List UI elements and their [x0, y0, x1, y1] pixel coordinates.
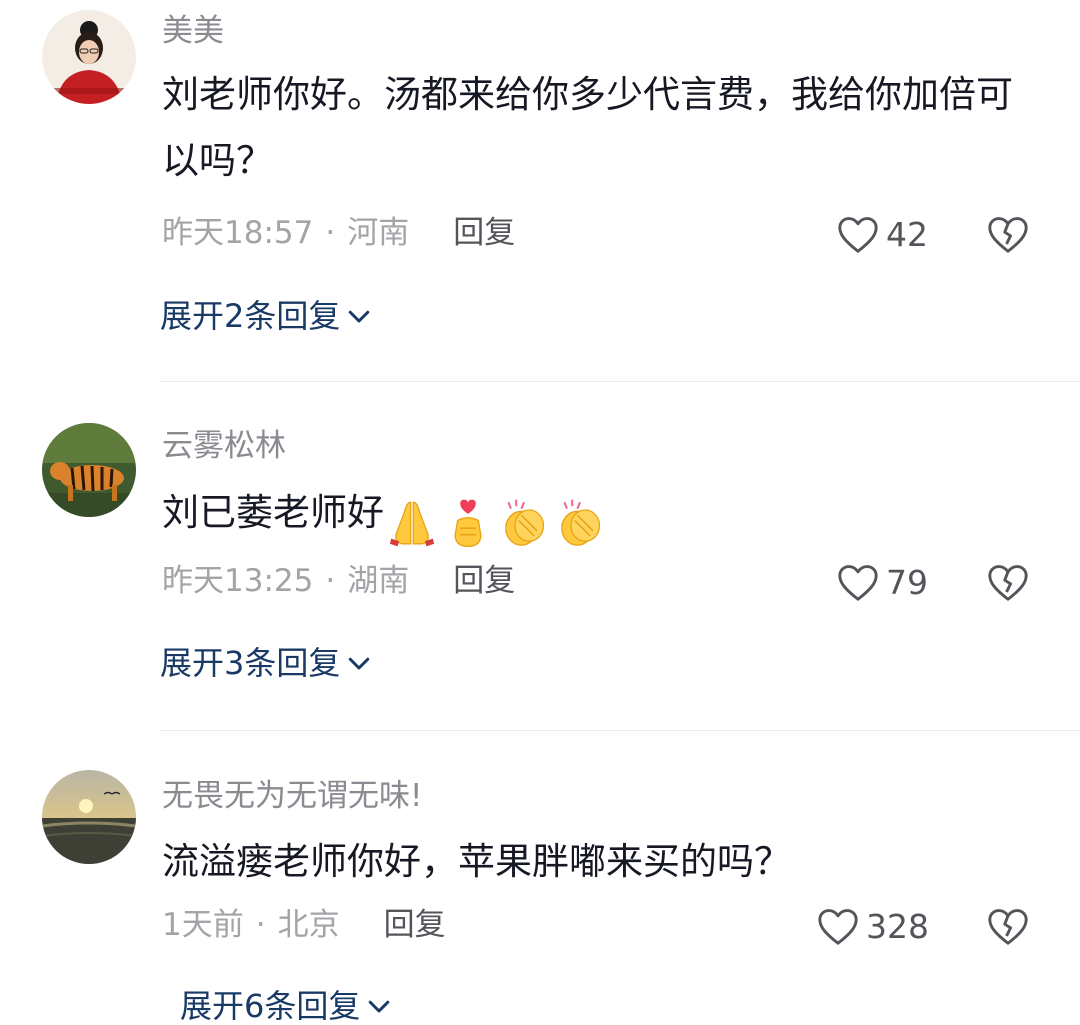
comment-meta: 1天前 · 北京 回复 — [162, 910, 446, 941]
separator-dot: · — [325, 563, 336, 599]
comment-meta: 昨天18:57 · 河南 回复 — [162, 218, 515, 249]
divider — [160, 381, 1080, 382]
avatar-image-sunset — [42, 770, 136, 864]
comment-time: 昨天18:57 — [162, 215, 314, 251]
comment-text: 刘已萎老师好 — [162, 480, 1042, 554]
comment-username[interactable]: 无畏无为无谓无味! — [162, 781, 422, 812]
expand-replies-link[interactable]: 展开6条回复 — [180, 990, 394, 1022]
finger-heart-emoji — [454, 499, 482, 547]
chevron-down-icon — [349, 657, 370, 670]
clapping-hands-emoji — [561, 499, 601, 546]
broken-heart-icon — [988, 909, 1028, 945]
heart-icon — [818, 909, 858, 945]
avatar[interactable] — [42, 423, 136, 517]
like-count: 42 — [886, 214, 928, 254]
expand-replies-label: 展开3条回复 — [160, 644, 341, 682]
comment-meta: 昨天13:25 · 湖南 回复 — [162, 566, 515, 597]
like-count: 79 — [886, 562, 928, 602]
expand-replies-label: 展开2条回复 — [160, 297, 341, 335]
heart-icon — [838, 565, 878, 601]
clapping-hands-emoji — [505, 499, 545, 546]
reply-button[interactable]: 回复 — [453, 563, 515, 599]
like-button[interactable]: 42 — [836, 214, 928, 254]
like-count: 328 — [866, 906, 929, 946]
like-button[interactable]: 79 — [836, 562, 928, 602]
comment-text: 流溢瘘老师你好，苹果胖嘟来买的吗？ — [162, 840, 791, 883]
comment-location: 湖南 — [347, 563, 410, 599]
comment-text-body: 刘已萎老师好 — [162, 491, 384, 534]
dislike-button[interactable] — [986, 562, 1030, 602]
avatar[interactable] — [42, 770, 136, 864]
reply-button[interactable]: 回复 — [453, 215, 515, 251]
avatar[interactable] — [42, 10, 136, 104]
expand-replies-link[interactable]: 展开3条回复 — [160, 647, 374, 679]
comment-text: 刘老师你好。汤都来给你多少代言费，我给你加倍可以吗？ — [162, 73, 1013, 182]
comment-location: 河南 — [347, 215, 410, 251]
chevron-down-icon — [349, 310, 370, 323]
expand-replies-link[interactable]: 展开2条回复 — [160, 300, 374, 332]
separator-dot: · — [255, 907, 266, 943]
broken-heart-icon — [988, 565, 1028, 601]
emoji-group — [386, 488, 610, 554]
dislike-button[interactable] — [986, 214, 1030, 254]
comment-location: 北京 — [277, 907, 340, 943]
folded-hands-emoji — [389, 501, 435, 546]
separator-dot: · — [325, 215, 336, 251]
like-button[interactable]: 328 — [816, 906, 929, 946]
expand-replies-label: 展开6条回复 — [180, 987, 361, 1025]
avatar-image-tiger — [42, 423, 136, 517]
heart-icon — [838, 217, 878, 253]
broken-heart-icon — [988, 217, 1028, 253]
reply-button[interactable]: 回复 — [384, 907, 446, 943]
dislike-button[interactable] — [986, 906, 1030, 946]
comment-username[interactable]: 云雾松林 — [162, 431, 286, 462]
divider — [160, 730, 1080, 731]
avatar-image-woman — [42, 10, 136, 104]
chevron-down-icon — [369, 1000, 390, 1013]
comment-username[interactable]: 美美 — [162, 16, 224, 47]
comment-time: 昨天13:25 — [162, 563, 314, 599]
comment-time: 1天前 — [162, 907, 244, 943]
